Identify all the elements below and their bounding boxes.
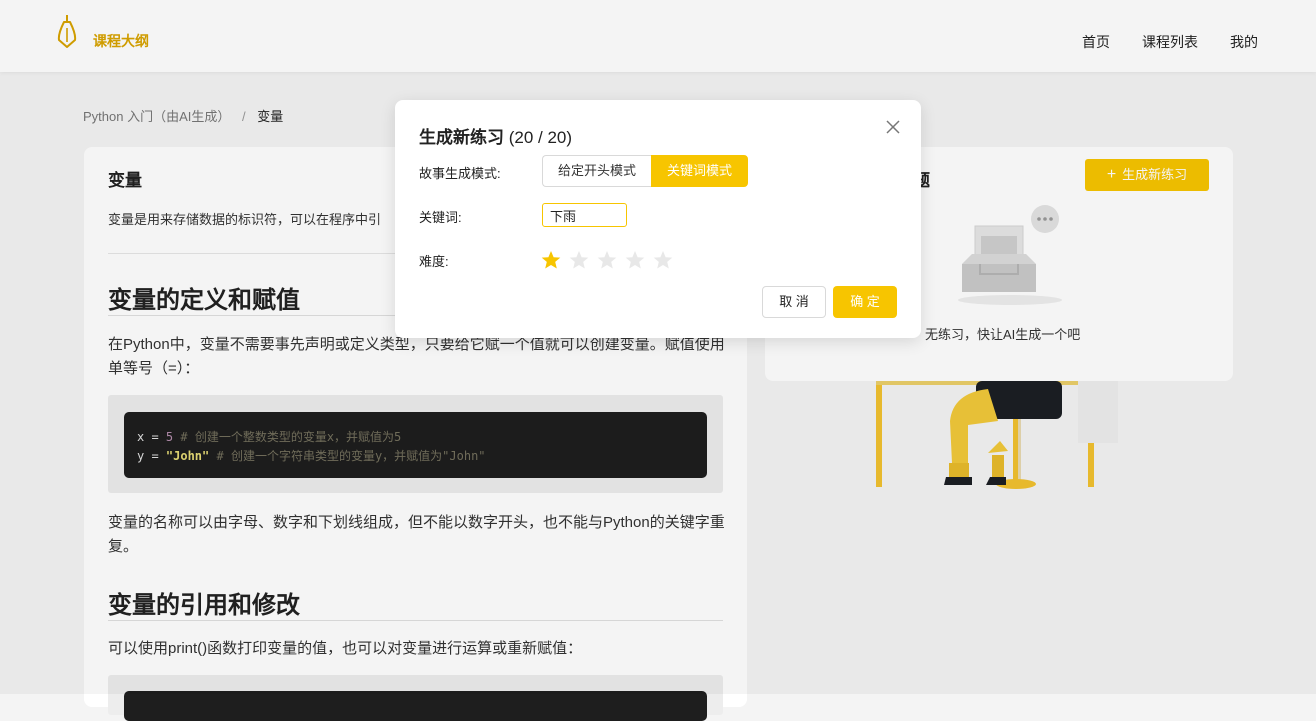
generate-exercise-dialog: 生成新练习 (20 / 20) 故事生成模式: 给定开头模式 关键词模式 关键词… (395, 100, 921, 338)
cancel-button[interactable]: 取 消 (762, 286, 826, 318)
mode-label: 故事生成模式: (419, 166, 501, 181)
mode-option-given-start[interactable]: 给定开头模式 (542, 155, 652, 187)
exercise-count: (20 / 20) (508, 128, 573, 147)
code-editor-2 (124, 691, 707, 721)
dialog-title: 生成新练习 (20 / 20) (419, 128, 573, 147)
difficulty-label: 难度: (419, 254, 449, 269)
star-icon[interactable] (597, 250, 617, 270)
keyword-input[interactable] (542, 203, 627, 227)
confirm-button[interactable]: 确 定 (833, 286, 897, 318)
star-icon[interactable] (653, 250, 673, 270)
difficulty-rating[interactable] (541, 250, 681, 270)
star-icon[interactable] (569, 250, 589, 270)
keyword-label: 关键词: (419, 210, 462, 225)
close-icon[interactable] (884, 118, 902, 136)
star-icon[interactable] (541, 250, 561, 270)
mode-segmented-control: 给定开头模式 关键词模式 (542, 155, 749, 187)
star-icon[interactable] (625, 250, 645, 270)
mode-option-keyword[interactable]: 关键词模式 (651, 155, 749, 187)
